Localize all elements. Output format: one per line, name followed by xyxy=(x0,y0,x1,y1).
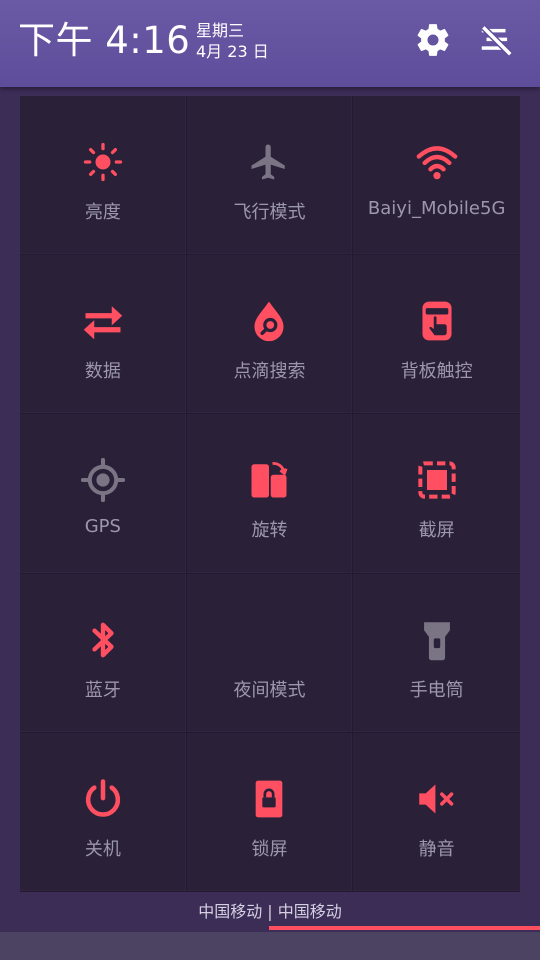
brightness-icon xyxy=(81,140,125,184)
settings-gear-icon[interactable] xyxy=(413,20,453,60)
lock-screen-icon xyxy=(247,777,291,821)
airplane-icon xyxy=(247,140,291,184)
tile-gps[interactable]: GPS xyxy=(20,414,187,574)
tile-label: 锁屏 xyxy=(251,838,288,860)
date: 4月 23 日 xyxy=(196,42,269,61)
tile-airplane-mode[interactable]: 飞行模式 xyxy=(186,96,354,256)
tile-label: Baiyi_Mobile5G xyxy=(367,198,506,219)
drop-search-icon xyxy=(247,299,291,343)
data-transfer-icon xyxy=(81,299,125,343)
power-icon xyxy=(81,777,125,821)
tile-wifi[interactable]: Baiyi_Mobile5G xyxy=(353,96,520,256)
tile-night-mode[interactable]: 夜间模式 xyxy=(186,573,354,733)
moon-icon xyxy=(247,618,291,662)
tile-label: 飞行模式 xyxy=(233,202,306,223)
mute-icon xyxy=(415,777,459,821)
tile-label: 蓝牙 xyxy=(84,679,121,701)
tile-drop-search[interactable]: 点滴搜索 xyxy=(186,255,354,415)
panel-drag-handle[interactable] xyxy=(0,932,540,960)
status-header: 下午 4:16 星期三 4月 23 日 xyxy=(0,0,540,87)
tile-label: 静音 xyxy=(418,838,455,860)
flashlight-icon xyxy=(415,618,459,662)
tile-label: 数据 xyxy=(84,361,121,383)
weekday: 星期三 xyxy=(196,21,245,40)
back-touch-icon xyxy=(415,299,459,343)
clear-notifications-icon[interactable] xyxy=(476,20,516,60)
tile-data[interactable]: 数据 xyxy=(20,255,187,415)
bluetooth-icon xyxy=(81,618,125,662)
tile-power-off[interactable]: 关机 xyxy=(20,732,187,892)
tile-brightness[interactable]: 亮度 xyxy=(20,96,187,256)
tile-label: 夜间模式 xyxy=(233,679,306,701)
tile-label: GPS xyxy=(84,516,121,538)
tile-label: 截屏 xyxy=(418,520,455,542)
tile-label: 背板触控 xyxy=(400,361,473,383)
gps-icon xyxy=(80,458,125,503)
carrier-label: 中国移动 | 中国移动 xyxy=(198,902,342,921)
page-indicator xyxy=(269,926,540,930)
tile-bluetooth[interactable]: 蓝牙 xyxy=(20,573,187,733)
tile-label: 点滴搜索 xyxy=(233,361,306,383)
date-block: 星期三 4月 23 日 xyxy=(196,20,269,62)
tile-back-touch[interactable]: 背板触控 xyxy=(353,255,520,415)
wifi-icon xyxy=(415,140,459,184)
tile-screenshot[interactable]: 截屏 xyxy=(353,414,520,574)
tile-flashlight[interactable]: 手电筒 xyxy=(353,574,520,733)
quick-settings-grid: 亮度 飞行模式 Baiyi_Mobile5G 数据 点滴搜索 背板触控 GPS … xyxy=(20,96,520,892)
tile-lock-screen[interactable]: 锁屏 xyxy=(186,732,354,892)
clock: 下午 4:16 xyxy=(18,19,191,62)
tile-label: 亮度 xyxy=(84,202,121,223)
tile-mute[interactable]: 静音 xyxy=(353,733,520,892)
tile-label: 手电筒 xyxy=(409,679,464,701)
tile-rotate[interactable]: 旋转 xyxy=(186,414,354,574)
screenshot-icon xyxy=(415,458,459,502)
tile-label: 旋转 xyxy=(251,520,288,542)
tile-label: 关机 xyxy=(84,838,121,860)
rotate-icon xyxy=(247,458,291,502)
